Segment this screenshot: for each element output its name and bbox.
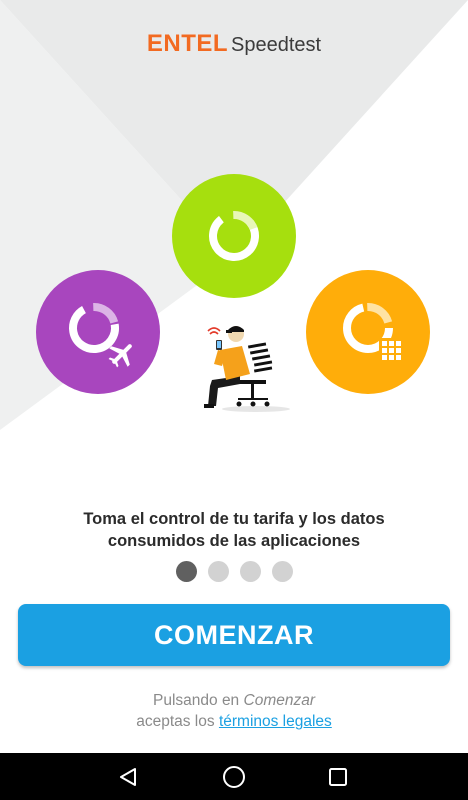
tagline-line-2: consumidos de las aplicaciones	[107, 532, 361, 550]
page-dot-3[interactable]	[239, 561, 261, 582]
legal-line-2: aceptas los términos legales	[0, 711, 468, 732]
back-icon[interactable]	[98, 753, 158, 800]
onboarding-tagline: Toma el control de tu tarifa y los datos…	[30, 508, 438, 552]
speed-gauge-icon	[172, 174, 296, 298]
legal-notice: Pulsando en Comenzar aceptas los término…	[0, 690, 468, 732]
tagline-line-1: Toma el control de tu tarifa y los datos	[83, 510, 385, 528]
legal-prefix: Pulsando en	[153, 692, 240, 709]
page-dot-1[interactable]	[175, 561, 197, 582]
legal-line-1: Pulsando en Comenzar	[0, 690, 468, 711]
app-header: ENTEL Speedtest	[0, 30, 468, 58]
system-navigation-bar	[0, 753, 468, 800]
legal-terms-link[interactable]: términos legales	[219, 713, 332, 730]
apps-data-icon	[306, 270, 430, 394]
legal-line2-prefix: aceptas los	[136, 713, 215, 730]
legal-emphasis: Comenzar	[243, 692, 316, 709]
roaming-airplane-icon	[36, 270, 160, 394]
brand-product-text: Speedtest	[231, 34, 322, 56]
person-on-bench-illustration	[196, 320, 292, 416]
page-dot-4[interactable]	[271, 561, 293, 582]
home-icon[interactable]	[204, 753, 264, 800]
recent-apps-icon[interactable]	[308, 753, 368, 800]
brand-logo-text: ENTEL	[146, 30, 229, 57]
page-indicator	[0, 561, 468, 582]
comenzar-button[interactable]: COMENZAR	[18, 604, 450, 666]
page-dot-2[interactable]	[207, 561, 229, 582]
